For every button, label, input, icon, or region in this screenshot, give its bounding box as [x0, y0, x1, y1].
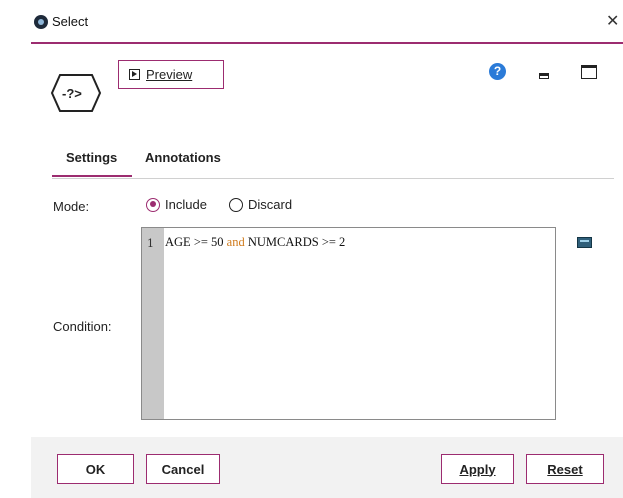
tab-divider: [52, 178, 614, 179]
window-title: Select: [52, 14, 89, 29]
svg-text:-?>: -?>: [62, 86, 82, 101]
code-keyword: and: [226, 235, 245, 249]
tab-settings[interactable]: Settings: [66, 150, 117, 165]
reset-button[interactable]: Reset: [526, 454, 604, 484]
maximize-icon[interactable]: [581, 65, 597, 79]
code-text: NUMCARDS >= 2: [244, 235, 346, 249]
title-divider: [31, 42, 623, 44]
minimize-icon[interactable]: [539, 73, 549, 79]
discard-label: Discard: [248, 197, 293, 212]
code-text: AGE >= 50: [165, 235, 227, 249]
include-label: Include: [165, 197, 207, 212]
close-icon[interactable]: ✕: [606, 11, 619, 31]
tab-annotations[interactable]: Annotations: [145, 150, 221, 165]
mode-label: Mode:: [53, 199, 90, 214]
play-icon: [129, 69, 140, 80]
title-bar: Select ✕: [0, 0, 623, 44]
apply-button[interactable]: Apply: [441, 454, 514, 484]
ok-button[interactable]: OK: [57, 454, 134, 484]
radio-checked-icon: [146, 197, 160, 212]
preview-label: Preview: [146, 67, 193, 82]
active-tab-indicator: [52, 175, 132, 177]
app-icon: [34, 15, 48, 29]
preview-button[interactable]: Preview: [118, 60, 224, 89]
expression-builder-icon[interactable]: [577, 237, 592, 248]
help-icon[interactable]: ?: [489, 63, 506, 80]
cancel-button[interactable]: Cancel: [146, 454, 220, 484]
mode-include-radio[interactable]: Include: [146, 197, 207, 212]
line-gutter: 1: [142, 228, 164, 419]
line-number: 1: [147, 237, 154, 250]
condition-code[interactable]: AGE >= 50 and NUMCARDS >= 2: [165, 235, 345, 250]
radio-unchecked-icon: [229, 197, 243, 212]
condition-label: Condition:: [53, 319, 112, 334]
mode-discard-radio[interactable]: Discard: [229, 197, 292, 212]
condition-editor[interactable]: 1 AGE >= 50 and NUMCARDS >= 2: [141, 227, 556, 420]
select-node-icon: -?>: [50, 74, 102, 112]
